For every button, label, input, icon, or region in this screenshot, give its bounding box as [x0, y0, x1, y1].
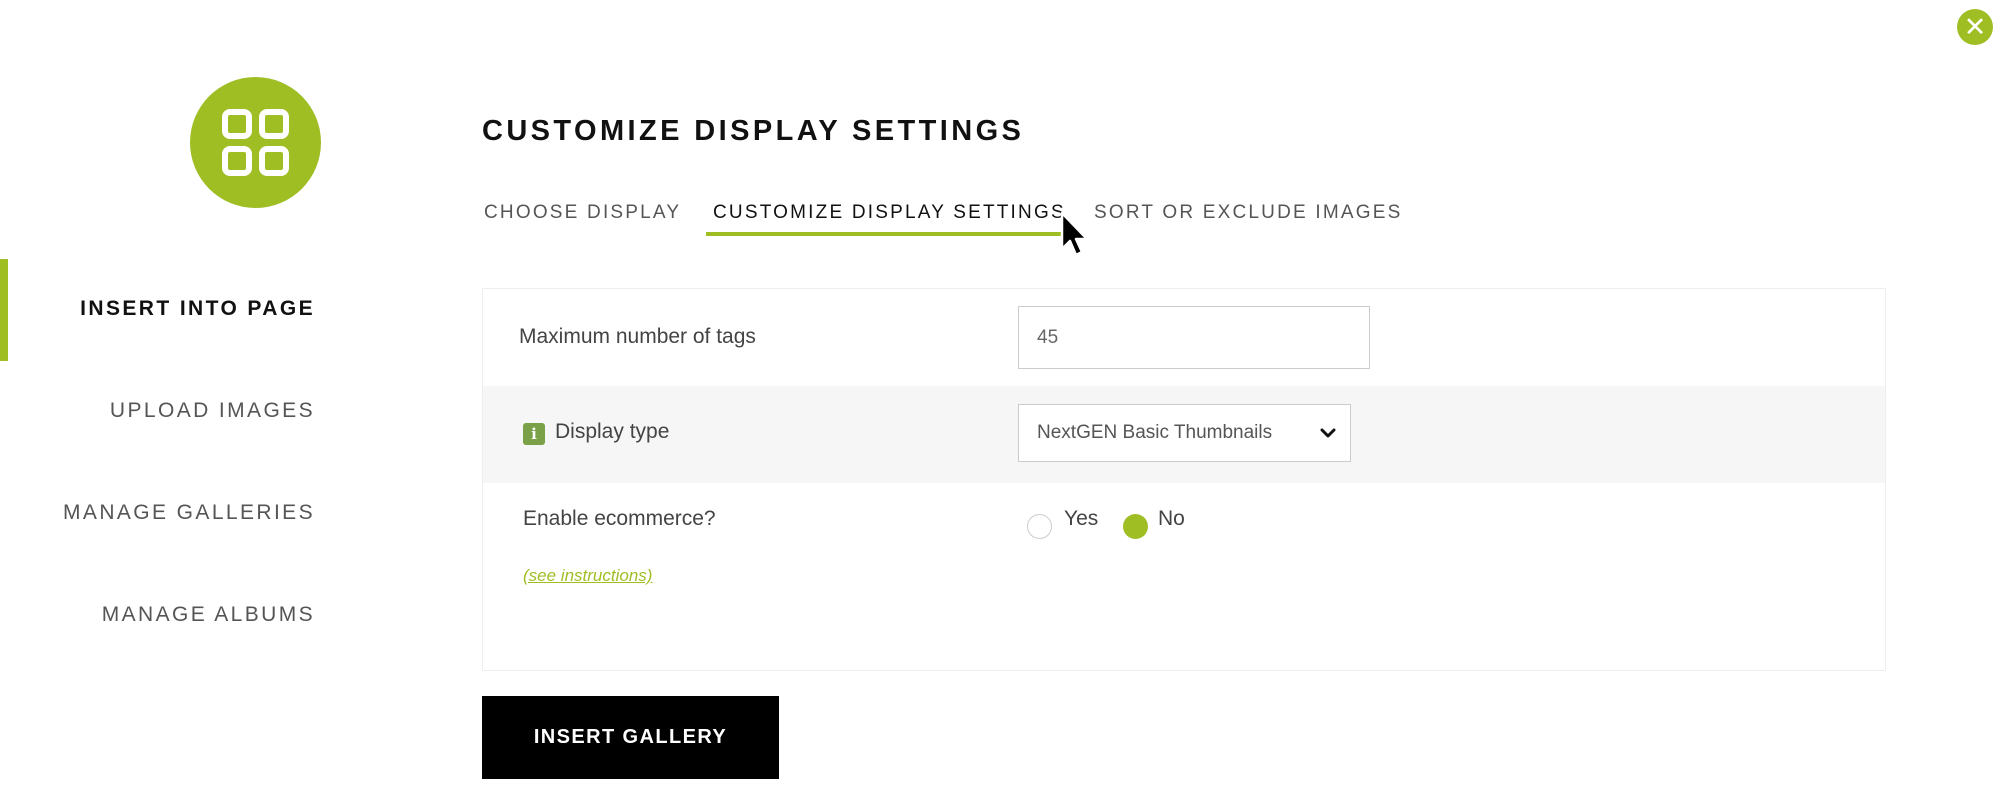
- max-tags-label: Maximum number of tags: [519, 325, 756, 348]
- display-type-selected-value: NextGEN Basic Thumbnails: [1037, 422, 1273, 443]
- mouse-cursor-icon: [1060, 211, 1089, 257]
- ecommerce-label: Enable ecommerce?: [523, 507, 716, 530]
- close-icon: ✕: [1963, 12, 1987, 43]
- page-title: CUSTOMIZE DISPLAY SETTINGS: [482, 115, 1025, 147]
- active-tab-underline: [706, 232, 1064, 236]
- info-icon[interactable]: i: [523, 423, 545, 445]
- tab-choose-display[interactable]: CHOOSE DISPLAY: [484, 202, 681, 224]
- gallery-grid-icon: [222, 109, 289, 176]
- insert-gallery-button[interactable]: INSERT GALLERY: [482, 696, 779, 779]
- sidebar-item-insert-into-page[interactable]: INSERT INTO PAGE: [80, 297, 315, 321]
- display-type-row: i Display type NextGEN Basic Thumbnails: [483, 386, 1885, 483]
- sidebar-active-indicator: [0, 259, 8, 361]
- sidebar-item-manage-galleries[interactable]: MANAGE GALLERIES: [63, 501, 315, 525]
- display-type-select[interactable]: NextGEN Basic Thumbnails: [1018, 404, 1351, 462]
- tab-sort-or-exclude-images[interactable]: SORT OR EXCLUDE IMAGES: [1094, 202, 1402, 224]
- close-button[interactable]: ✕: [1957, 9, 1993, 45]
- ecommerce-yes-label[interactable]: Yes: [1064, 507, 1098, 531]
- chevron-down-icon: [1320, 428, 1336, 438]
- max-tags-row: Maximum number of tags: [483, 289, 1885, 386]
- tab-customize-display-settings[interactable]: CUSTOMIZE DISPLAY SETTINGS: [713, 202, 1066, 224]
- settings-panel: Maximum number of tags i Display type Ne…: [482, 288, 1886, 671]
- max-tags-input[interactable]: [1018, 306, 1370, 369]
- ecommerce-no-label[interactable]: No: [1158, 507, 1185, 531]
- ecommerce-row: Enable ecommerce? Yes No (see instructio…: [483, 483, 1885, 670]
- display-type-label: Display type: [555, 420, 670, 443]
- ecommerce-yes-radio[interactable]: [1027, 514, 1052, 539]
- sidebar-item-manage-albums[interactable]: MANAGE ALBUMS: [102, 603, 315, 627]
- see-instructions-link[interactable]: (see instructions): [523, 566, 652, 586]
- sidebar-item-upload-images[interactable]: UPLOAD IMAGES: [110, 399, 315, 423]
- ecommerce-no-radio[interactable]: [1123, 514, 1148, 539]
- app-logo: [190, 77, 321, 208]
